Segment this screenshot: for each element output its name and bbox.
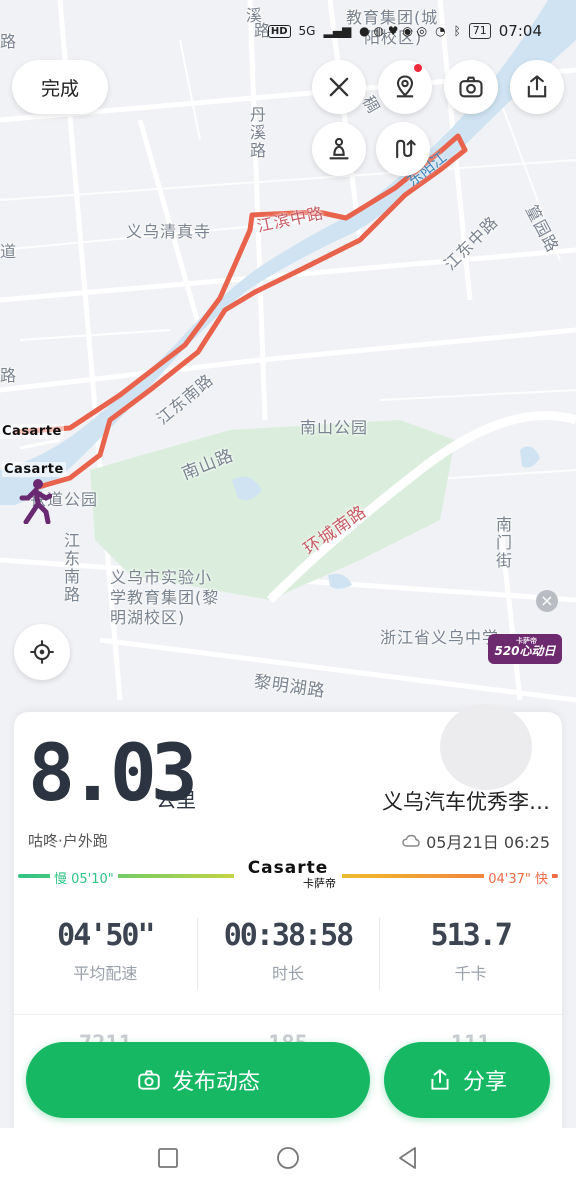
share-action-label: 分享 (462, 1070, 507, 1095)
stat-label: 时长 (272, 964, 305, 983)
map-label: 路 (0, 32, 18, 51)
share-action-button[interactable]: 分享 (384, 1042, 550, 1118)
done-button[interactable]: 完成 (12, 60, 108, 114)
distance-unit: 公里 (156, 788, 196, 812)
close-button[interactable] (312, 60, 366, 114)
stat-label: 平均配速 (73, 964, 138, 983)
runner-icon (329, 137, 349, 160)
locate-icon (30, 640, 54, 664)
run-date-text: 05月21日 06:25 (426, 833, 550, 852)
signal-icon: ▂▄▆ (323, 24, 352, 38)
ad-brand: 卡萨帝 (516, 637, 537, 645)
run-source: 咕咚·户外跑 (28, 832, 108, 850)
camera-button[interactable] (444, 60, 498, 114)
location-pin-icon (396, 75, 414, 98)
back-icon[interactable] (394, 1144, 422, 1172)
route-toggle-button[interactable] (376, 122, 430, 176)
cloud-icon (402, 834, 420, 847)
runner-icon (19, 479, 52, 524)
map-label: 路 (0, 366, 18, 385)
pace-slow-label: 慢 05'10" (50, 868, 118, 887)
system-nav-bar (0, 1128, 576, 1188)
camera-icon (459, 76, 483, 98)
stat-average-pace: 04'50" 平均配速 (14, 918, 197, 990)
alarm-icon: ◔ (435, 24, 446, 38)
post-update-label: 发布动态 (171, 1070, 260, 1095)
card-divider (14, 1014, 562, 1015)
camera-icon (138, 1070, 160, 1090)
ad-close-button[interactable]: × (536, 590, 558, 612)
sponsor-logo-cn: 卡萨帝 (303, 877, 336, 890)
stat-label: 千卡 (454, 964, 487, 983)
stat-value: 513.7 (430, 918, 513, 953)
avatar[interactable] (440, 704, 532, 790)
app-icons: ● ◍ ♥ ◉ ◎ (359, 24, 428, 38)
share-button[interactable] (510, 60, 564, 114)
brand-tag: Casarte (0, 424, 64, 439)
route-icon (396, 139, 416, 159)
battery-indicator: 71 (468, 23, 491, 39)
post-update-button[interactable]: 发布动态 (26, 1042, 370, 1118)
sponsor-logo: Casarte 卡萨帝 (234, 858, 342, 894)
share-icon (431, 1069, 449, 1090)
recent-apps-icon[interactable] (154, 1144, 182, 1172)
close-icon (329, 77, 349, 97)
map-label: 义乌清真寺 (126, 222, 212, 241)
hd-indicator: HD (267, 24, 291, 38)
map-label: 道 (0, 242, 18, 261)
status-time: 07:04 (498, 22, 542, 40)
share-icon (527, 75, 547, 98)
runner-view-button[interactable] (312, 122, 366, 176)
home-icon[interactable] (274, 1144, 302, 1172)
ad-badge[interactable]: 卡萨帝 520心动日 (488, 634, 562, 664)
status-bar: HD 5G ▂▄▆ ● ◍ ♥ ◉ ◎ ◔ ᛒ 71 07:04 (267, 22, 542, 40)
map-label: 南山公园 (300, 418, 369, 437)
stat-duration: 00:38:58 时长 (196, 918, 380, 990)
stat-value: 04'50" (57, 918, 155, 953)
run-date: 05月21日 06:25 (402, 829, 550, 853)
map-label: 浙江省义乌中学 (380, 628, 500, 647)
network-indicator: 5G (298, 24, 316, 38)
pace-fast-label: 04'37" 快 (484, 868, 552, 887)
locate-button[interactable] (14, 624, 70, 680)
map-label: 南门街 (493, 516, 512, 570)
stat-calories: 513.7 千卡 (379, 918, 562, 990)
brand-tag: Casarte (2, 462, 66, 477)
location-pin-button[interactable] (378, 60, 432, 114)
map-label: 义乌市实验小学教育集团(黎明湖校区) (110, 568, 220, 627)
stats-row: 04'50" 平均配速 00:38:58 时长 513.7 千卡 (14, 918, 562, 990)
stat-value: 00:38:58 (223, 918, 354, 953)
sponsor-logo-en: Casarte (247, 858, 329, 878)
bluetooth-icon: ᛒ (453, 24, 461, 38)
notification-dot (414, 64, 422, 72)
map-label: 江东南路 (61, 532, 80, 604)
location-name: 义乌汽车优秀李… (382, 790, 550, 814)
map-label: 丹溪路 (247, 106, 266, 160)
